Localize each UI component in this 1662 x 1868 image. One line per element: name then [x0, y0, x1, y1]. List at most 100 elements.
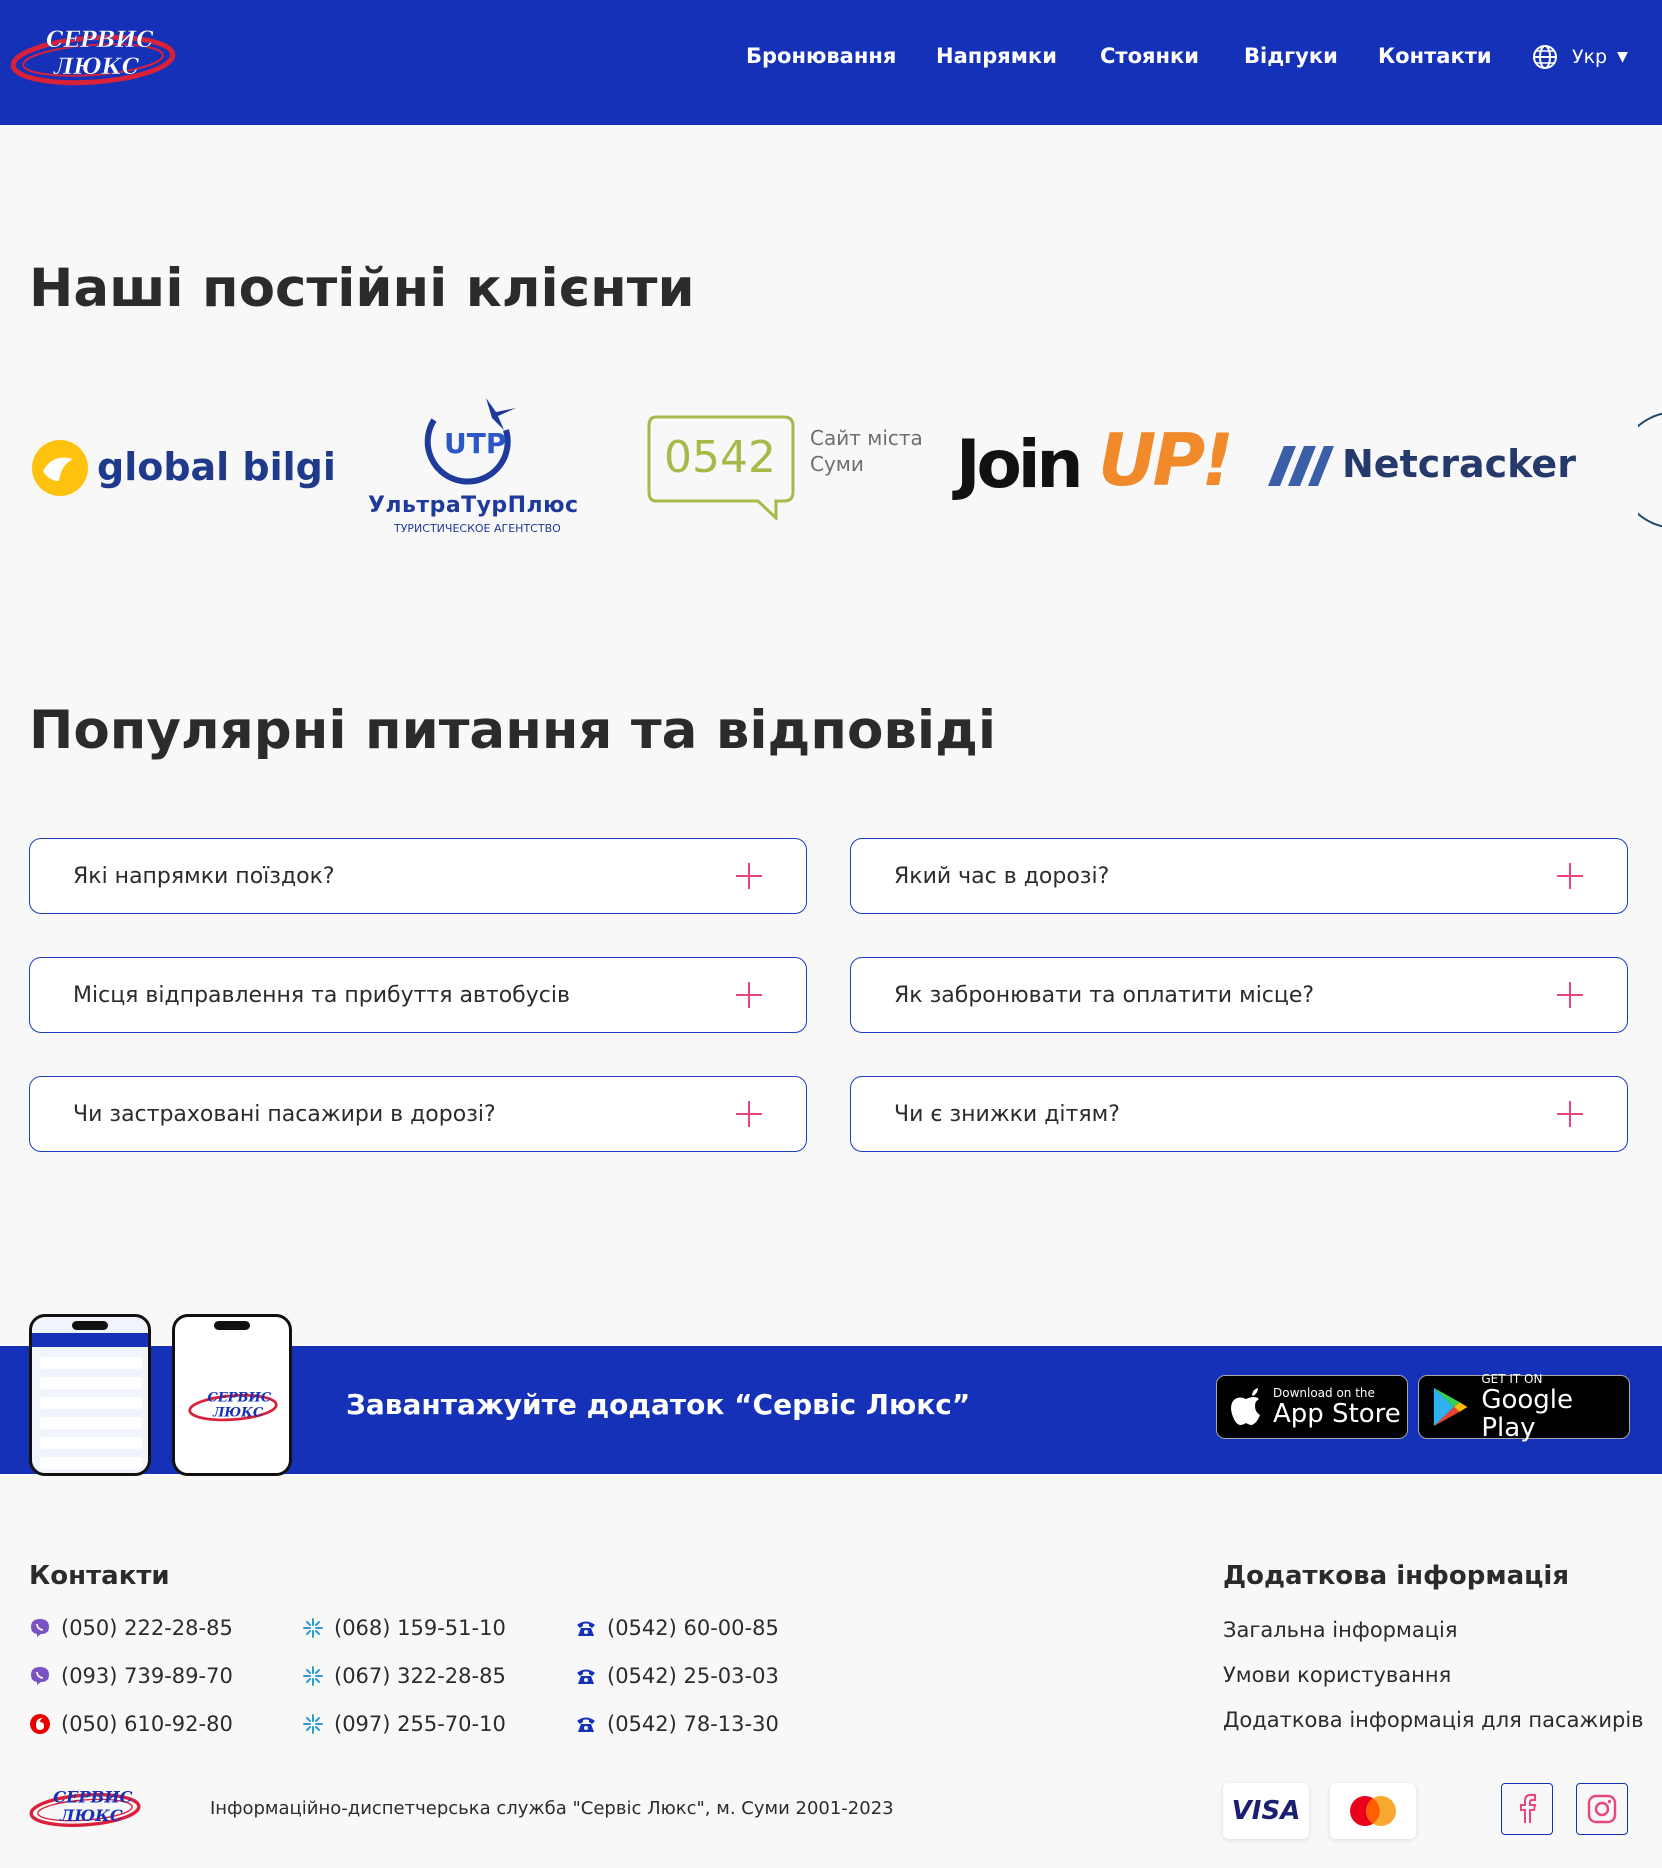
phone-link[interactable]: (050) 610-92-80 [29, 1712, 233, 1736]
client-logo-joinup[interactable]: Join UP! [956, 418, 1234, 514]
phone-link[interactable]: (0542) 60-00-85 [575, 1616, 779, 1640]
main-nav: Бронювання Напрямки Стоянки Відгуки Конт… [0, 44, 1662, 74]
faq-question: Як забронювати та оплатити місце? [894, 982, 1315, 1008]
phone-link[interactable]: (050) 222-28-85 [29, 1616, 233, 1640]
plus-icon[interactable] [1555, 1099, 1585, 1129]
visa-text: VISA [1231, 1796, 1301, 1826]
phone-field [40, 1377, 142, 1389]
app-store-small-text: Download on the [1273, 1386, 1375, 1400]
landline-phone-icon [577, 1669, 595, 1684]
service-lux-logo: СЕРВИС ЛЮКС [188, 1391, 278, 1422]
app-store-button[interactable]: Download on the App Store [1216, 1375, 1408, 1439]
link-passenger-info[interactable]: Додаткова інформація для пасажирів [1223, 1708, 1644, 1732]
phone-field [40, 1417, 142, 1429]
plus-icon[interactable] [734, 861, 764, 891]
faq-question: Який час в дорозі? [894, 863, 1110, 889]
svg-text:UTP: UTP [444, 427, 506, 460]
phone-field [40, 1357, 142, 1369]
svg-text:ЛЮКС: ЛЮКС [212, 1405, 264, 1420]
faq-question: Чи є знижки дітям? [894, 1101, 1120, 1127]
phone-number: (067) 322-28-85 [334, 1664, 506, 1688]
faq-question: Місця відправлення та прибуття автобусів [73, 982, 570, 1008]
joinup-text-up: UP! [1098, 418, 1234, 502]
phone-number: (093) 739-89-70 [61, 1664, 233, 1688]
global-bilgi-text: global bilgi [97, 445, 336, 489]
phone-number: (0542) 78-13-30 [607, 1712, 779, 1736]
0542-caption-line2: Суми [810, 452, 864, 476]
phone-number: (0542) 60-00-85 [607, 1616, 779, 1640]
faq-item[interactable]: Які напрямки поїздок? [29, 838, 807, 914]
nav-booking[interactable]: Бронювання [746, 44, 896, 68]
faq-question: Які напрямки поїздок? [73, 863, 335, 889]
utp-logo-icon: UTP УльтраТурПлюс ТУРИСТИЧЕСКОЕ АГЕНТСТВ… [368, 398, 578, 535]
faq-item[interactable]: Який час в дорозі? [850, 838, 1628, 914]
footer-logo[interactable]: СЕРВИС ЛЮКС [29, 1784, 141, 1832]
svg-text:УльтраТурПлюс: УльтраТурПлюс [368, 493, 578, 518]
global-bilgi-mark-icon [32, 440, 88, 496]
nav-parking[interactable]: Стоянки [1100, 44, 1199, 68]
google-play-big-text: Google Play [1481, 1385, 1573, 1443]
facebook-link[interactable] [1501, 1783, 1553, 1835]
svg-text:ТУРИСТИЧЕСКОЕ АГЕНТСТВО: ТУРИСТИЧЕСКОЕ АГЕНТСТВО [393, 522, 561, 535]
faq-item[interactable]: Місця відправлення та прибуття автобусів [29, 957, 807, 1033]
phone-notch [72, 1321, 108, 1330]
kyivstar-icon [303, 1618, 323, 1638]
clients-title: Наші постійні клієнти [29, 258, 695, 319]
viber-icon [31, 1667, 49, 1685]
phone-link[interactable]: (097) 255-70-10 [302, 1712, 506, 1736]
language-selector[interactable]: Укр ▼ [1532, 44, 1628, 70]
netcracker-mark-icon [1268, 446, 1334, 486]
landline-phone-icon [577, 1621, 595, 1636]
google-play-button[interactable]: GET IT ON Google Play [1418, 1372, 1630, 1443]
kyivstar-icon [303, 1714, 323, 1734]
site-header: СЕРВИС ЛЮКС Бронювання Напрямки Стоянки … [0, 0, 1662, 125]
svg-text:ЛЮКС: ЛЮКС [59, 1806, 123, 1825]
phone-link[interactable]: (093) 739-89-70 [29, 1664, 233, 1688]
phone-link[interactable]: (0542) 25-03-03 [575, 1664, 779, 1688]
netcracker-text: Netcracker [1342, 442, 1576, 486]
phone-field [40, 1457, 142, 1469]
phone-link[interactable]: (068) 159-51-10 [302, 1616, 506, 1640]
speech-bubble-icon: 0542 [647, 415, 795, 520]
nav-contacts[interactable]: Контакти [1378, 44, 1492, 68]
phone-link[interactable]: (0542) 78-13-30 [575, 1712, 779, 1736]
instagram-link[interactable] [1576, 1783, 1628, 1835]
faq-item[interactable]: Чи є знижки дітям? [850, 1076, 1628, 1152]
vodafone-icon [30, 1714, 50, 1734]
joinup-text-join: Join [956, 426, 1084, 503]
faq-item[interactable]: Чи застраховані пасажири в дорозі? [29, 1076, 807, 1152]
facebook-icon [1520, 1794, 1537, 1823]
next-logo-partial [1638, 412, 1662, 528]
phone-mockup-booking [29, 1314, 151, 1476]
plus-icon[interactable] [1555, 980, 1585, 1010]
client-logo-netcracker[interactable]: Netcracker [1266, 442, 1576, 502]
caret-down-icon: ▼ [1617, 49, 1628, 65]
client-logo-utp[interactable]: UTP УльтраТурПлюс ТУРИСТИЧЕСКОЕ АГЕНТСТВ… [366, 390, 580, 540]
svg-text:0542: 0542 [664, 432, 776, 483]
nav-reviews[interactable]: Відгуки [1244, 44, 1338, 68]
mastercard-badge [1330, 1783, 1416, 1839]
plus-icon[interactable] [1555, 861, 1585, 891]
svg-text:СЕРВИС: СЕРВИС [208, 1391, 272, 1406]
phone-mockup-splash: СЕРВИС ЛЮКС [172, 1314, 292, 1476]
client-logo-0542[interactable]: 0542 Сайт міста Суми [646, 414, 936, 524]
phone-number: (068) 159-51-10 [334, 1616, 506, 1640]
footer-info-title: Додаткова інформація [1223, 1561, 1570, 1591]
clients-carousel: global bilgi UTP УльтраТурПлюс ТУРИСТИЧЕ… [0, 390, 1662, 570]
faq-item[interactable]: Як забронювати та оплатити місце? [850, 957, 1628, 1033]
phone-number: (097) 255-70-10 [334, 1712, 506, 1736]
viber-icon [31, 1619, 49, 1637]
link-general-info[interactable]: Загальна інформація [1223, 1618, 1457, 1642]
language-label: Укр [1572, 46, 1608, 68]
client-logo-global-bilgi[interactable]: global bilgi [29, 435, 336, 505]
nav-directions[interactable]: Напрямки [936, 44, 1057, 68]
faq-title: Популярні питання та відповіді [29, 700, 997, 761]
phone-link[interactable]: (067) 322-28-85 [302, 1664, 506, 1688]
visa-badge: VISA [1223, 1783, 1309, 1839]
faq-question: Чи застраховані пасажири в дорозі? [73, 1101, 496, 1127]
phone-number: (0542) 25-03-03 [607, 1664, 779, 1688]
app-store-big-text: App Store [1273, 1399, 1401, 1429]
plus-icon[interactable] [734, 1099, 764, 1129]
link-terms-of-use[interactable]: Умови користування [1223, 1663, 1451, 1687]
plus-icon[interactable] [734, 980, 764, 1010]
